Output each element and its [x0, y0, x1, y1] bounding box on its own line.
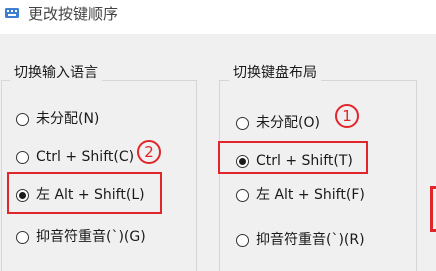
- radio-button[interactable]: [16, 230, 29, 244]
- window-title: 更改按键顺序: [28, 5, 119, 23]
- radio-button[interactable]: [16, 150, 29, 164]
- radio-label: 抑音符重音(`)(G): [36, 229, 146, 245]
- title-bar: 更改按键顺序: [0, 0, 436, 34]
- radio-label: 左 Alt + Shift(F): [256, 187, 365, 203]
- annotation-marker-2: 2: [137, 140, 161, 164]
- radio-label: 未分配(O): [256, 115, 320, 131]
- radio-left-alt-shift-layout[interactable]: 左 Alt + Shift(F): [236, 186, 365, 204]
- radio-label: 抑音符重音(`)(R): [256, 232, 365, 248]
- radio-button[interactable]: [236, 116, 249, 130]
- radio-grave-accent-layout[interactable]: 抑音符重音(`)(R): [236, 231, 365, 249]
- radio-ctrl-shift-language[interactable]: Ctrl + Shift(C): [16, 148, 134, 166]
- radio-label: 未分配(N): [36, 111, 100, 127]
- highlight-left-alt-shift: [7, 172, 162, 214]
- highlight-edge-partial: [430, 186, 436, 232]
- highlight-ctrl-shift: [218, 141, 368, 174]
- radio-unassigned-language[interactable]: 未分配(N): [16, 110, 99, 128]
- radio-button[interactable]: [236, 188, 249, 202]
- radio-grave-accent-language[interactable]: 抑音符重音(`)(G): [16, 228, 146, 246]
- radio-label: Ctrl + Shift(C): [36, 149, 135, 165]
- radio-button[interactable]: [236, 233, 249, 247]
- radio-unassigned-layout[interactable]: 未分配(O): [236, 114, 320, 132]
- keyboard-layout-legend: 切换键盘布局: [229, 64, 321, 82]
- keyboard-icon: [5, 8, 19, 18]
- input-language-legend: 切换输入语言: [10, 64, 102, 82]
- annotation-marker-1: 1: [335, 104, 359, 128]
- radio-button[interactable]: [16, 112, 29, 126]
